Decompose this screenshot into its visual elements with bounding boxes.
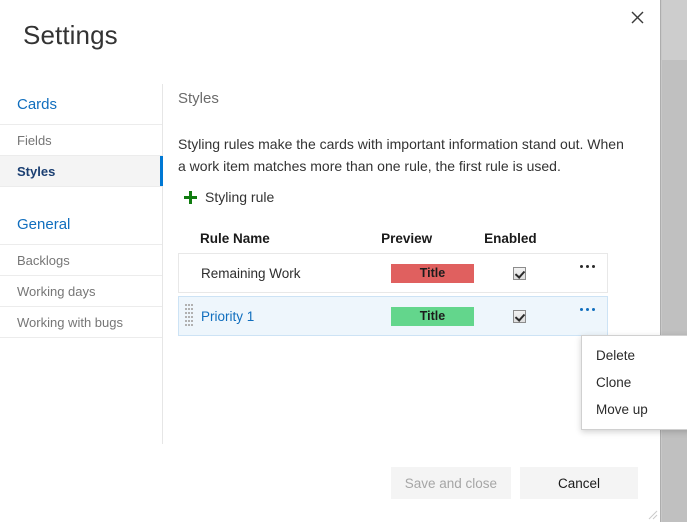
context-menu-item-clone[interactable]: Clone xyxy=(582,369,687,396)
cancel-button[interactable]: Cancel xyxy=(520,467,638,499)
settings-content: Styles Styling rules make the cards with… xyxy=(178,90,638,336)
preview-chip: Title xyxy=(391,263,474,283)
rule-preview-cell: Title xyxy=(391,306,499,326)
table-header-row: Rule Name Preview Enabled xyxy=(178,223,608,253)
preview-chip: Title xyxy=(391,306,474,326)
rule-name: Priority 1 xyxy=(201,308,255,324)
enabled-checkbox[interactable] xyxy=(513,266,526,280)
column-header-rule-name: Rule Name xyxy=(200,230,270,246)
styling-rules-table: Rule Name Preview Enabled Remaining Work… xyxy=(178,223,608,336)
drag-handle-icon[interactable] xyxy=(185,304,194,328)
settings-dialog: Settings Cards Fields Styles General Bac… xyxy=(0,0,660,522)
settings-sidebar: Cards Fields Styles General Backlogs Wor… xyxy=(0,84,163,444)
enabled-checkbox[interactable] xyxy=(513,309,526,323)
sidebar-item-styles[interactable]: Styles xyxy=(0,156,163,187)
page-scrollbar-thumb[interactable] xyxy=(662,0,687,60)
page-scrollbar-track-shade[interactable] xyxy=(662,60,687,522)
rule-name: Remaining Work xyxy=(201,265,301,281)
add-styling-rule-button[interactable]: Styling rule xyxy=(184,189,274,205)
page-title: Settings xyxy=(23,20,118,50)
plus-icon xyxy=(184,190,197,204)
settings-dialog-viewport: Settings Cards Fields Styles General Bac… xyxy=(0,0,687,522)
column-header-preview: Preview xyxy=(381,230,433,246)
close-icon[interactable] xyxy=(622,3,652,31)
rule-preview-cell: Title xyxy=(391,263,499,283)
column-header-enabled: Enabled xyxy=(484,230,537,246)
sidebar-item-backlogs[interactable]: Backlogs xyxy=(0,245,162,276)
sidebar-group-general[interactable]: General xyxy=(0,204,162,245)
row-actions-ellipsis-icon[interactable] xyxy=(575,300,599,318)
resize-grip-icon[interactable] xyxy=(646,508,658,520)
page-scrollbar[interactable] xyxy=(660,0,687,522)
save-and-close-button[interactable]: Save and close xyxy=(390,467,511,499)
sidebar-item-working-with-bugs[interactable]: Working with bugs xyxy=(0,307,162,338)
sidebar-item-fields[interactable]: Fields xyxy=(0,125,162,156)
context-menu-item-delete[interactable]: Delete xyxy=(582,342,687,369)
dialog-footer: Save and close Cancel xyxy=(390,467,638,499)
table-row[interactable]: Priority 1 Title xyxy=(178,296,608,336)
sidebar-group-separator xyxy=(0,187,162,204)
row-actions-ellipsis-icon[interactable] xyxy=(575,257,599,275)
sidebar-group-cards[interactable]: Cards xyxy=(0,84,162,125)
sidebar-item-working-days[interactable]: Working days xyxy=(0,276,162,307)
row-context-menu: Delete Clone Move up xyxy=(581,335,687,430)
table-row[interactable]: Remaining Work Title xyxy=(178,253,608,293)
context-menu-item-move-up[interactable]: Move up xyxy=(582,396,687,423)
add-styling-rule-label: Styling rule xyxy=(205,189,275,205)
content-description: Styling rules make the cards with import… xyxy=(178,136,624,174)
content-heading: Styles xyxy=(178,90,219,107)
